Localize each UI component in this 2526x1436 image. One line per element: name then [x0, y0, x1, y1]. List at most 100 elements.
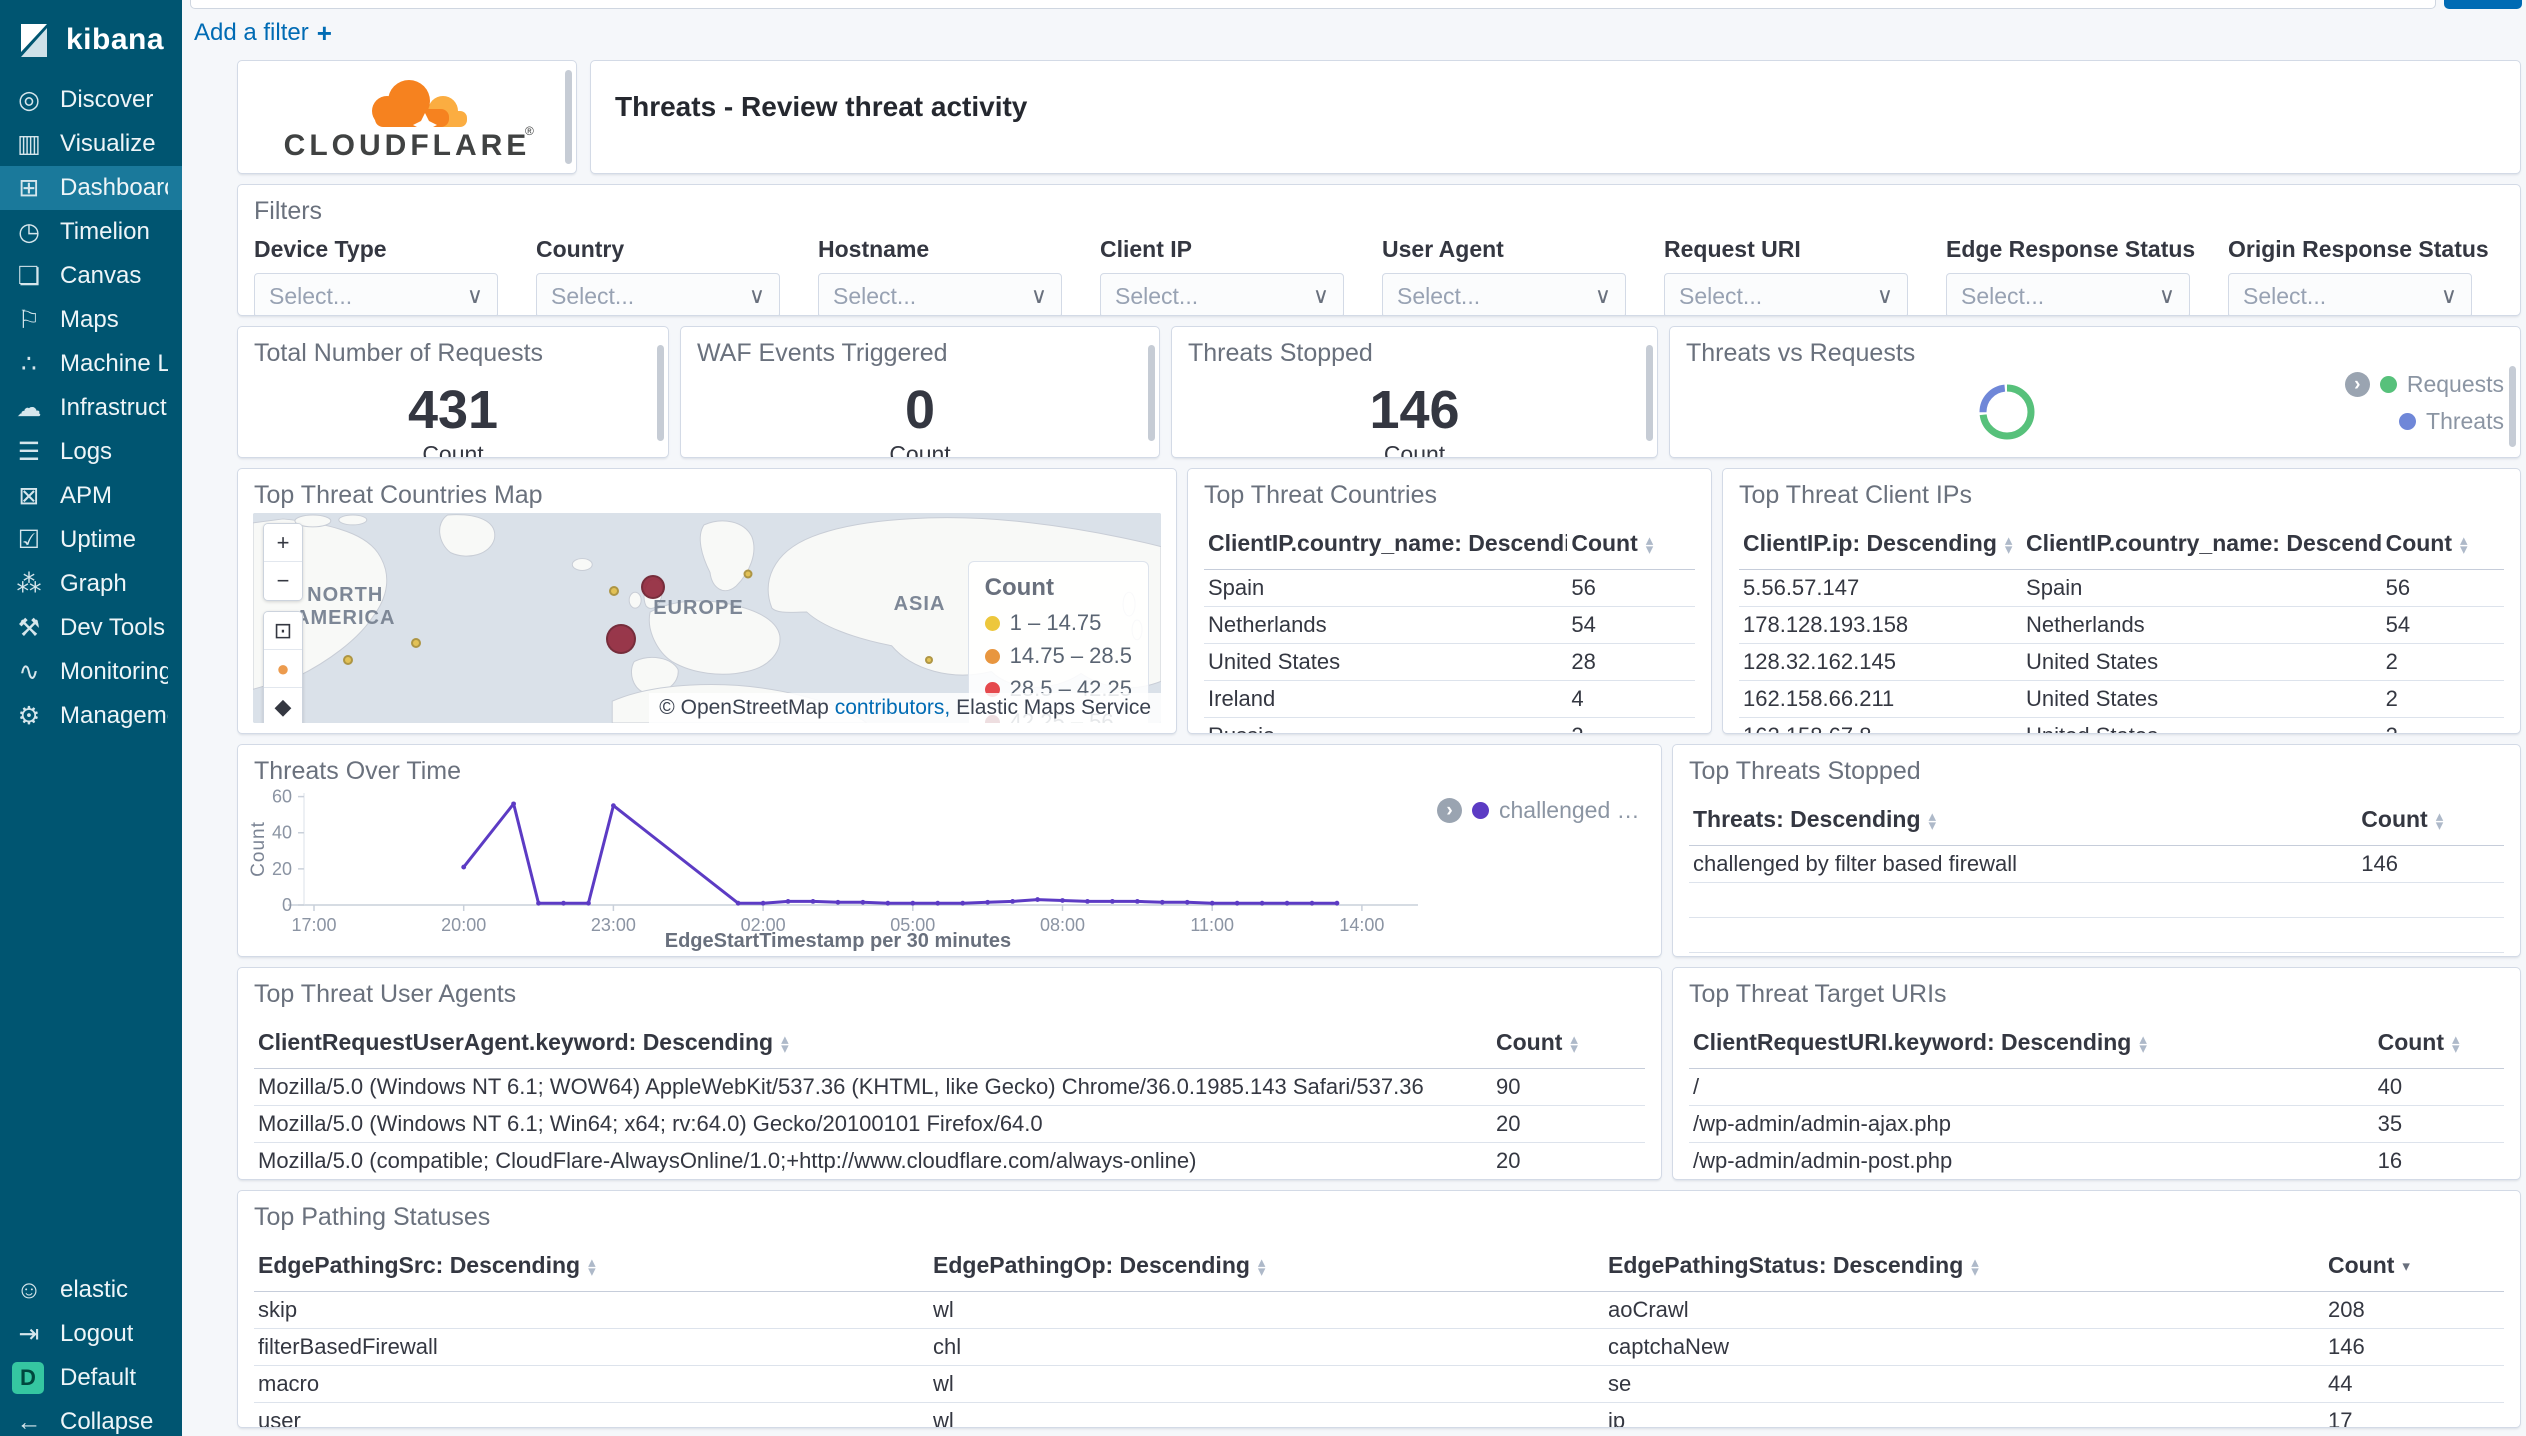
- scrollbar-thumb[interactable]: [2509, 366, 2516, 447]
- column-header-edgepathingop-descending[interactable]: EdgePathingOp: Descending ▴ ▾: [929, 1244, 1604, 1292]
- sidebar-item-infrastructure[interactable]: ☁ Infrastructure: [0, 386, 182, 430]
- kibana-dashboard-screen: kibana ◎ Discover ▥ Visualize ⊞ Dashboard ◷ Tim…: [0, 0, 2526, 1436]
- canvas-icon: ❏: [17, 262, 41, 290]
- crop-tool-button[interactable]: ⊡: [264, 612, 302, 650]
- scrollbar-thumb[interactable]: [1646, 345, 1653, 442]
- column-header-clientip-country-name-descending[interactable]: ClientIP.country_name: Descending▴▾: [1204, 522, 1568, 570]
- device-type-select[interactable]: Select... ∨: [254, 273, 498, 315]
- column-header-clientrequestuseragent-keyword-descending[interactable]: ClientRequestUserAgent.keyword: Descendi…: [254, 1021, 1492, 1069]
- kibana-logo[interactable]: kibana: [0, 0, 182, 78]
- sort-icon: ▴ ▾: [2460, 531, 2468, 558]
- top-pathing-statuses-title: Top Pathing Statuses: [254, 1203, 491, 1231]
- sidebar-item-uptime[interactable]: ☑ Uptime: [0, 518, 182, 562]
- polygon-tool-button[interactable]: ◆: [264, 688, 302, 723]
- space-badge: D: [12, 1362, 44, 1394]
- chevron-down-icon: ∨: [1312, 283, 1329, 308]
- column-header-count[interactable]: Count ▴ ▾: [2381, 522, 2504, 570]
- chevron-down-icon: ∨: [1594, 283, 1611, 308]
- column-header-clientip-country-name-descending[interactable]: ClientIP.country_name: Descending▴▾: [2022, 522, 2382, 570]
- table-top-threat-user-agents: ClientRequestUserAgent.keyword: Descendi…: [254, 1021, 1645, 1179]
- logout-icon: ⇥: [18, 1320, 40, 1348]
- origin-response-status-select[interactable]: Select... ∨: [2228, 273, 2472, 315]
- scrollbar-thumb[interactable]: [565, 69, 572, 165]
- add-filter-link[interactable]: Add a filter +: [194, 18, 332, 49]
- table-cell: United States: [2022, 717, 2382, 733]
- sidebar-item-logout[interactable]: ⇥ Logout: [0, 1312, 182, 1356]
- sidebar-item-machine-le[interactable]: ∴ Machine Le...: [0, 342, 182, 386]
- column-header-clientrequesturi-keyword-descending[interactable]: ClientRequestURI.keyword: Descending ▴ ▾: [1689, 1021, 2374, 1069]
- sidebar-item-elastic[interactable]: ☺ elastic: [0, 1268, 182, 1312]
- sidebar-item-canvas[interactable]: ❏ Canvas: [0, 254, 182, 298]
- query-bar[interactable]: [190, 0, 2436, 9]
- country-select[interactable]: Select... ∨: [536, 273, 780, 315]
- column-header-count[interactable]: Count ▴ ▾: [2373, 1021, 2504, 1069]
- zoom-out-button[interactable]: −: [264, 562, 302, 600]
- apm-icon: ⊠: [18, 482, 40, 510]
- svg-text:17:00: 17:00: [291, 915, 336, 935]
- sidebar-item-timelion[interactable]: ◷ Timelion: [0, 210, 182, 254]
- sidebar-item-monitoring[interactable]: ∿ Monitoring: [0, 650, 182, 694]
- sidebar-item-maps[interactable]: ⚐ Maps: [0, 298, 182, 342]
- top-threat-user-agents-title: Top Threat User Agents: [254, 980, 517, 1008]
- sidebar-item-collapse[interactable]: ← Collapse: [0, 1400, 182, 1436]
- sidebar-item-discover[interactable]: ◎ Discover: [0, 78, 182, 122]
- world-map[interactable]: NORTH AMERICAEUROPEASIA +− ⊡●◆■ Count 1 …: [253, 513, 1161, 723]
- user-agent-select[interactable]: Select... ∨: [1382, 273, 1626, 315]
- legend-expand-chevron-icon[interactable]: ›: [1437, 798, 1462, 823]
- legend-expand-chevron-icon[interactable]: ›: [2344, 372, 2370, 397]
- sidebar-item-management[interactable]: ⚙ Management: [0, 694, 182, 738]
- column-header-count[interactable]: Count ▴ ▾: [1491, 1021, 1645, 1069]
- sidebar-item-visualize[interactable]: ▥ Visualize: [0, 122, 182, 166]
- legend-label[interactable]: challenged b...: [1499, 797, 1647, 824]
- sidebar: kibana ◎ Discover ▥ Visualize ⊞ Dashboard ◷ Tim…: [0, 0, 182, 1436]
- column-header-count[interactable]: Count ▴ ▾: [1567, 522, 1695, 570]
- panel-top-threats-stopped: Top Threats Stopped Threats: Descending ▴…: [1672, 744, 2521, 957]
- column-header-threats-descending[interactable]: Threats: Descending ▴ ▾: [1689, 798, 2358, 846]
- threats-vs-requests-donut[interactable]: [1952, 357, 2062, 458]
- chevron-down-icon: ∨: [2158, 283, 2175, 308]
- hostname-select[interactable]: Select... ∨: [818, 273, 1062, 315]
- update-button[interactable]: [2444, 0, 2522, 9]
- edge-response-status-select[interactable]: Select... ∨: [1946, 273, 2190, 315]
- sidebar-item-dashboard[interactable]: ⊞ Dashboard: [0, 166, 182, 210]
- sidebar-item-logs[interactable]: ☰ Logs: [0, 430, 182, 474]
- sidebar-item-apm[interactable]: ⊠ APM: [0, 474, 182, 518]
- uptime-check-icon: ☑: [17, 526, 41, 554]
- sort-icon: ▴ ▾: [1645, 531, 1654, 558]
- map-region-label-europe: EUROPE: [653, 597, 744, 619]
- sidebar-item-default[interactable]: D Default: [0, 1356, 182, 1400]
- circle-tool-button[interactable]: ●: [264, 650, 302, 688]
- sidebar-item-label: Discover: [60, 86, 154, 113]
- table-cell: ip: [1604, 1402, 2324, 1427]
- legend-label[interactable]: Requests: [2407, 371, 2504, 398]
- table-cell: 28: [1567, 643, 1695, 681]
- column-header-edgepathingstatus-descending[interactable]: EdgePathingStatus: Descending ▴ ▾: [1604, 1244, 2324, 1292]
- scrollbar-thumb[interactable]: [1148, 345, 1155, 442]
- column-header-count[interactable]: Count ▴ ▾: [2357, 798, 2504, 846]
- column-header-clientip-ip-descending[interactable]: ClientIP.ip: Descending ▴ ▾: [1739, 522, 2023, 570]
- top-threats-stopped-title: Top Threats Stopped: [1689, 757, 1921, 785]
- sidebar-item-graph[interactable]: ⁂ Graph: [0, 562, 182, 606]
- sidebar-item-dev-tools[interactable]: ⚒ Dev Tools: [0, 606, 182, 650]
- table-cell: 56: [1567, 569, 1695, 607]
- table-top-pathing-statuses: EdgePathingSrc: Descending ▴ ▾ EdgePathingO…: [254, 1244, 2504, 1427]
- column-header-edgepathingsrc-descending[interactable]: EdgePathingSrc: Descending ▴ ▾: [254, 1244, 929, 1292]
- svg-text:11:00: 11:00: [1190, 915, 1234, 935]
- table-row: 5.56.57.147 Spain 56: [1739, 569, 2504, 607]
- metric-value: 0: [904, 380, 936, 440]
- client-ip-select[interactable]: Select... ∨: [1100, 273, 1344, 315]
- filter-label: Device Type: [254, 236, 387, 262]
- cloud-icon: ☁: [16, 394, 42, 422]
- column-header-count[interactable]: Count ▾: [2324, 1244, 2504, 1292]
- metric-title: Total Number of Requests: [254, 339, 544, 367]
- zoom-in-button[interactable]: +: [264, 524, 302, 562]
- request-uri-select[interactable]: Select... ∨: [1664, 273, 1908, 315]
- attribution-link[interactable]: contributors,: [835, 696, 951, 719]
- legend-label[interactable]: Threats: [2426, 408, 2504, 435]
- sort-icon: ▴ ▾: [588, 1253, 596, 1280]
- filter-label: Country: [536, 236, 625, 262]
- table-cell: 90: [1491, 1068, 1645, 1106]
- svg-text:Count: Count: [248, 821, 269, 877]
- table-cell: captchaNew: [1604, 1328, 2324, 1366]
- scrollbar-thumb[interactable]: [657, 345, 664, 442]
